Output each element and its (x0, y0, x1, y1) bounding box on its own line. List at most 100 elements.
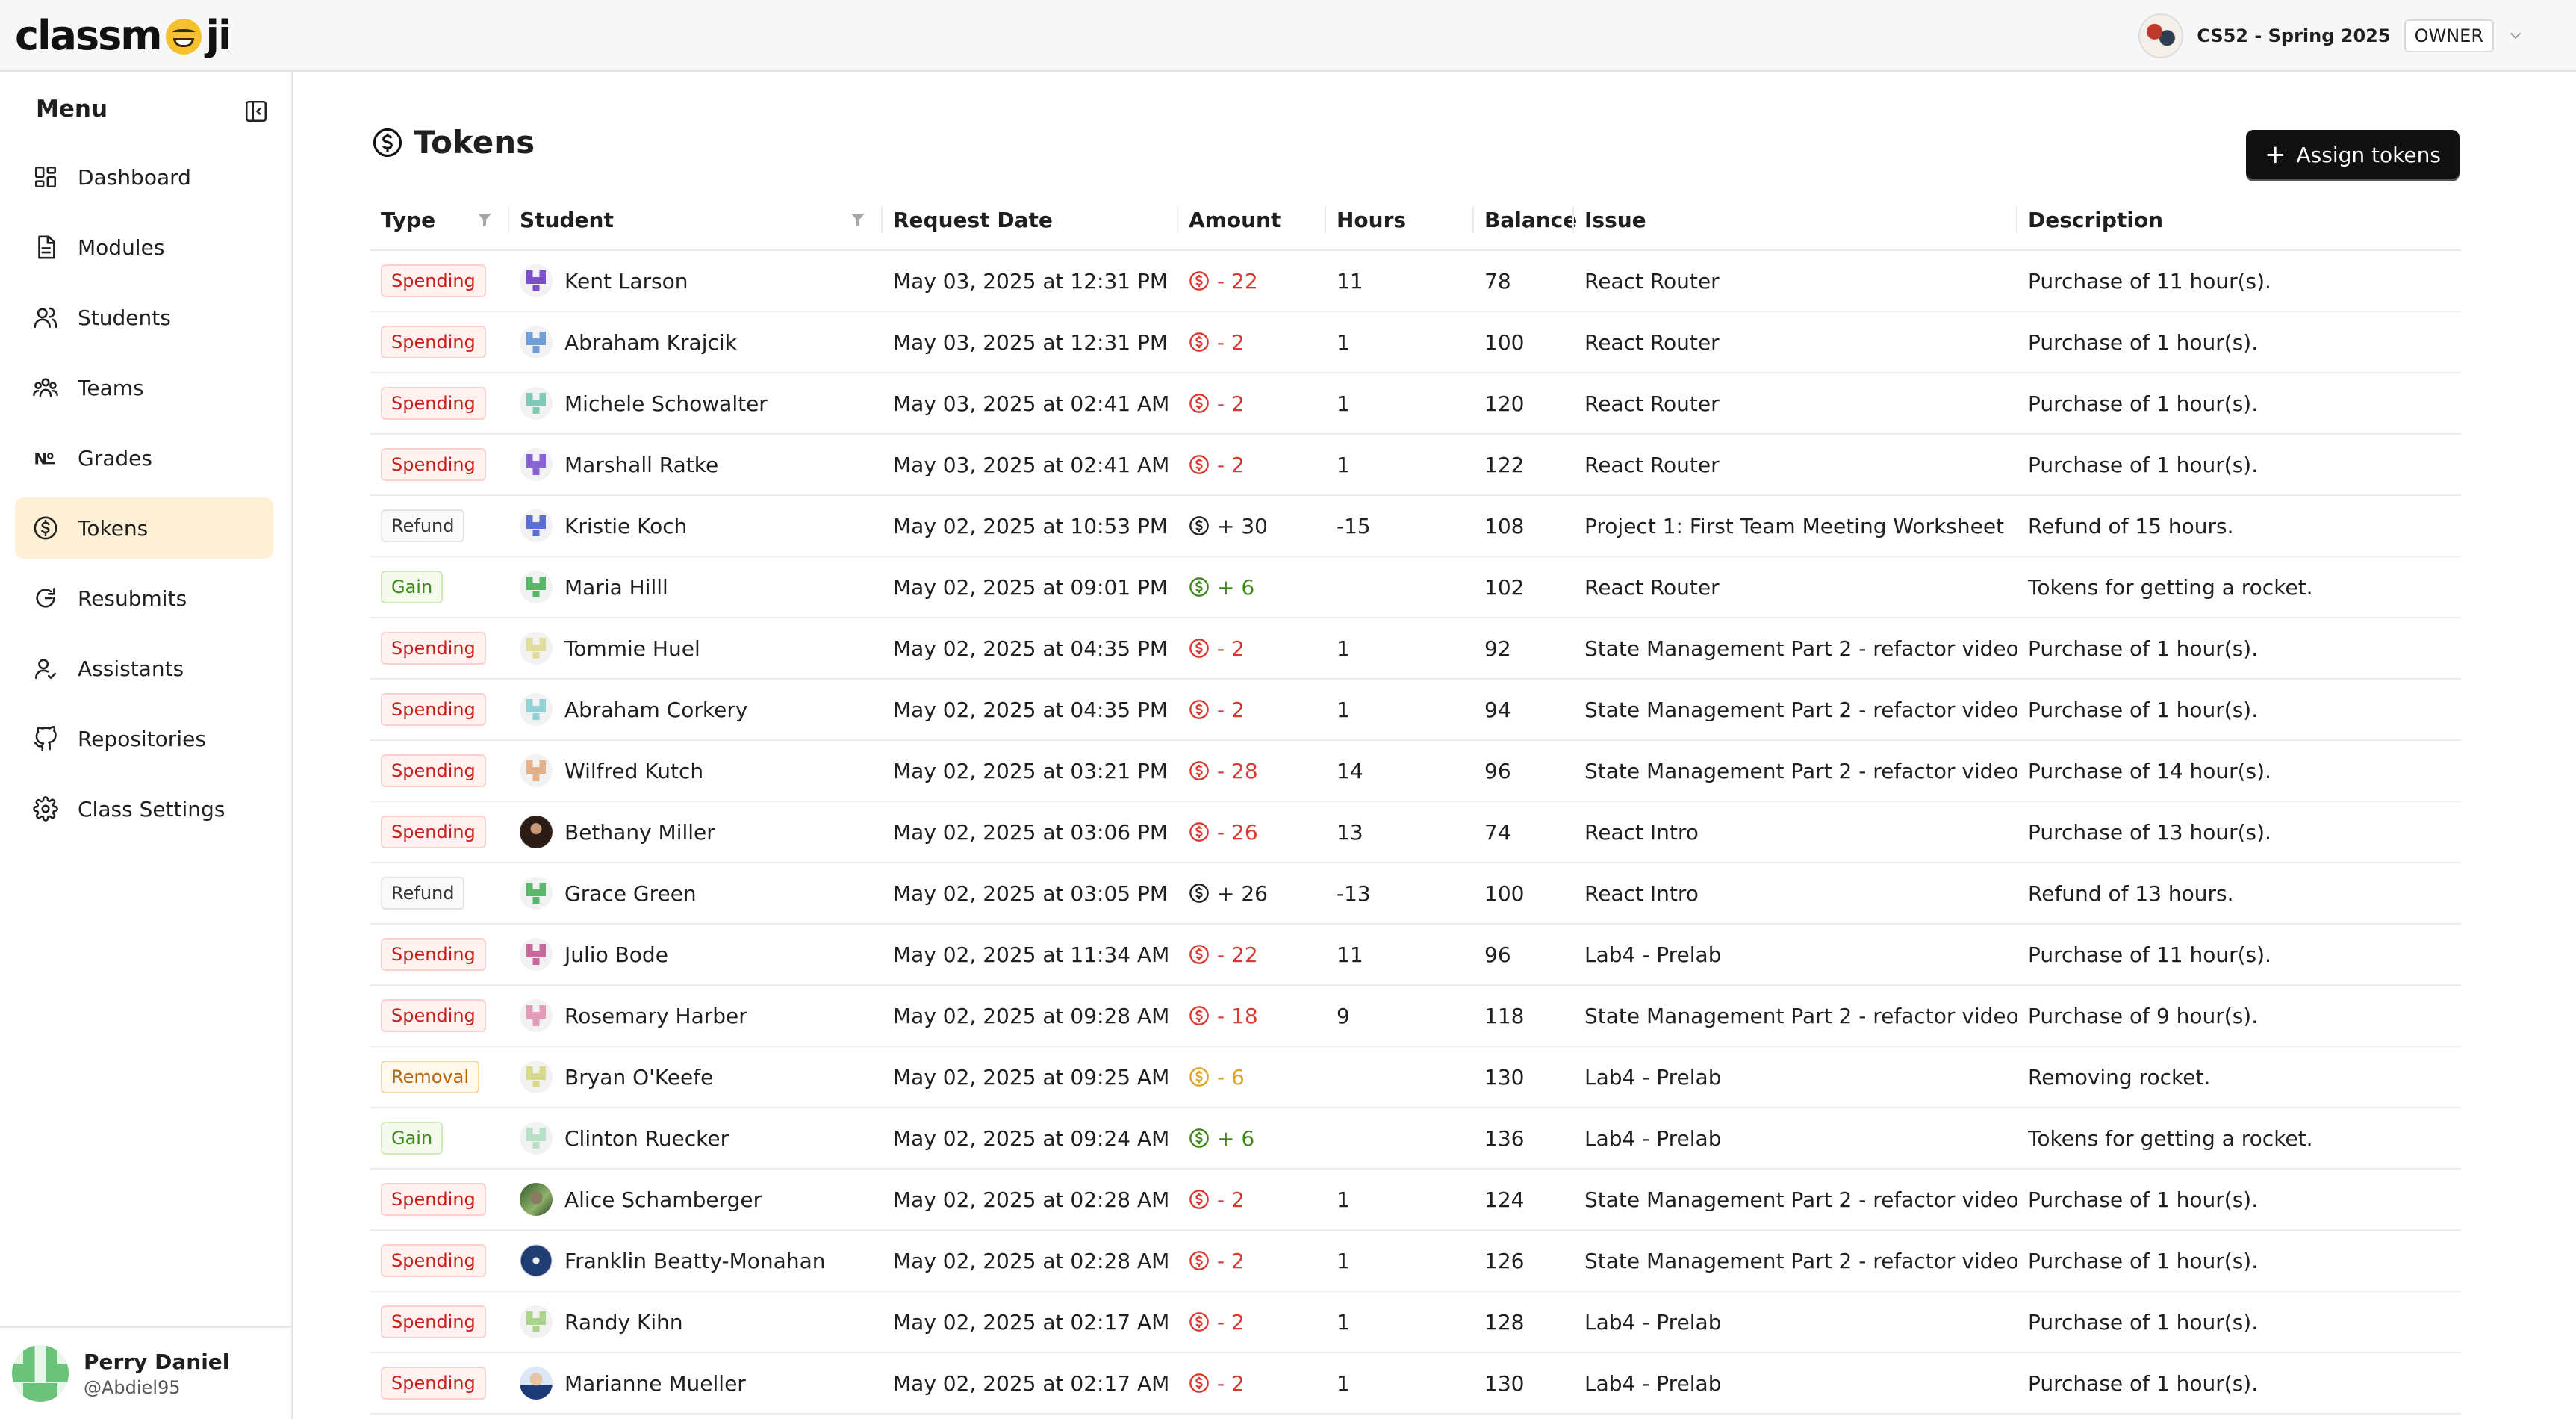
sidebar-item-modules[interactable]: Modules (15, 217, 273, 278)
balance-cell: 136 (1474, 1108, 1574, 1170)
sidebar-item-repositories[interactable]: Repositories (15, 708, 273, 769)
table-row[interactable]: Spending Tommie Huel May 02, 2025 at 04:35… (370, 618, 2461, 680)
amount-cell: - 2 (1178, 373, 1326, 435)
student-cell[interactable]: Grace Green (509, 863, 883, 925)
balance-cell: 102 (1474, 556, 1574, 618)
student-cell[interactable]: Abraham Corkery (509, 679, 883, 741)
amount-value: - 26 (1217, 819, 1258, 845)
balance-cell: 118 (1474, 985, 1574, 1047)
column-header-student[interactable]: Student (509, 190, 883, 251)
student-cell[interactable]: Michele Schowalter (509, 373, 883, 435)
type-badge: Spending (381, 632, 486, 665)
type-badge: Spending (381, 1244, 486, 1277)
column-header-type[interactable]: Type (370, 190, 509, 251)
issue-cell: Lab4 - Prelab (1574, 1353, 2017, 1415)
coin-icon (1189, 699, 1210, 720)
student-cell[interactable]: Bryan O'Keefe (509, 1046, 883, 1108)
sidebar-item-teams[interactable]: Teams (15, 357, 273, 418)
student-cell[interactable]: Wilfred Kutch (509, 740, 883, 802)
table-row[interactable]: Spending Abraham Krajcik May 03, 2025 at 1… (370, 311, 2461, 373)
type-badge: Refund (381, 509, 465, 542)
student-cell[interactable]: Marshall Ratke (509, 434, 883, 496)
chevron-down-icon[interactable] (2507, 28, 2524, 44)
column-header-balance[interactable]: Balance (1474, 190, 1578, 251)
student-name: Kent Larson (564, 268, 688, 294)
sidebar-item-label: Modules (78, 235, 165, 260)
student-name: Tommie Huel (564, 636, 700, 661)
hours-cell: -13 (1326, 863, 1474, 925)
table-row[interactable]: Spending Randy Kihn May 02, 2025 at 02:17 … (370, 1291, 2461, 1353)
student-cell[interactable]: Franklin Beatty-Monahan (509, 1230, 883, 1292)
assign-tokens-button[interactable]: + Assign tokens (2246, 130, 2460, 179)
sidebar-item-assistants[interactable]: Assistants (15, 638, 273, 699)
student-cell[interactable]: Tommie Huel (509, 618, 883, 680)
type-badge: Spending (381, 754, 486, 787)
column-label: Balance (1484, 207, 1578, 232)
type-badge: Spending (381, 816, 486, 848)
coin-icon (1189, 454, 1210, 475)
student-cell[interactable]: Randy Kihn (509, 1291, 883, 1353)
hours-cell: 1 (1326, 311, 1474, 373)
sidebar-item-grades[interactable]: No Grades (15, 427, 273, 488)
coin-icon (1189, 1373, 1210, 1394)
table-row[interactable]: Spending Marianne Mueller May 02, 2025 at … (370, 1353, 2461, 1415)
issue-cell: React Router (1574, 556, 2017, 618)
student-cell[interactable]: Maria Hilll (509, 556, 883, 618)
table-row[interactable]: Gain Maria Hilll May 02, 2025 at 09:01 PM +… (370, 556, 2461, 618)
logo-text-right: ji (205, 11, 232, 59)
collapse-sidebar-icon[interactable] (243, 99, 269, 124)
coin-icon (1189, 515, 1210, 536)
table-row[interactable]: Spending Marshall Ratke May 03, 2025 at 02… (370, 434, 2461, 496)
request-date-cell: May 02, 2025 at 09:25 AM (883, 1046, 1178, 1108)
sidebar-item-dashboard[interactable]: Dashboard (15, 146, 273, 208)
sidebar-item-class-settings[interactable]: Class Settings (15, 778, 273, 839)
sidebar-item-tokens[interactable]: Tokens (15, 497, 273, 559)
student-cell[interactable]: Bethany Miller (509, 801, 883, 863)
balance-cell: 100 (1474, 863, 1574, 925)
table-row[interactable]: Spending Kent Larson May 03, 2025 at 12:31… (370, 250, 2461, 312)
amount-cell: - 22 (1178, 250, 1326, 312)
student-cell[interactable]: Rosemary Harber (509, 985, 883, 1047)
avatar (520, 509, 553, 542)
file-icon (33, 235, 58, 260)
column-header-amount[interactable]: Amount (1178, 190, 1326, 251)
current-user[interactable]: Perry Daniel @Abdiel95 (0, 1326, 291, 1419)
table-row[interactable]: Spending Alice Schamberger May 02, 2025 at… (370, 1169, 2461, 1231)
request-date-cell: May 02, 2025 at 02:28 AM (883, 1169, 1178, 1231)
app-logo[interactable]: classm ji (15, 9, 232, 61)
table-row[interactable]: Spending Rosemary Harber May 02, 2025 at 0… (370, 985, 2461, 1047)
column-label: Student (520, 207, 614, 232)
table-row[interactable]: Spending Abraham Corkery May 02, 2025 at 0… (370, 679, 2461, 741)
table-row[interactable]: Spending Michele Schowalter May 03, 2025 a… (370, 373, 2461, 435)
avatar (520, 938, 553, 971)
student-cell[interactable]: Kristie Koch (509, 495, 883, 557)
sidebar-item-resubmits[interactable]: Resubmits (15, 568, 273, 629)
student-cell[interactable]: Abraham Krajcik (509, 311, 883, 373)
table-row[interactable]: Refund Kristie Koch May 02, 2025 at 10:53 … (370, 495, 2461, 557)
filter-icon[interactable] (475, 211, 494, 229)
student-cell[interactable]: Alice Schamberger (509, 1169, 883, 1231)
column-header-hours[interactable]: Hours (1326, 190, 1474, 251)
filter-icon[interactable] (848, 211, 868, 229)
student-cell[interactable]: Kent Larson (509, 250, 883, 312)
table-row[interactable]: Spending Wilfred Kutch May 02, 2025 at 03:… (370, 740, 2461, 802)
top-bar: classm ji CS52 - Spring 2025 OWNER (0, 0, 2576, 72)
table-row[interactable]: Spending Julio Bode May 02, 2025 at 11:34 … (370, 924, 2461, 986)
table-row[interactable]: Spending Franklin Beatty-Monahan May 02, 2… (370, 1230, 2461, 1292)
column-header-request-date[interactable]: Request Date (883, 190, 1178, 251)
sidebar-item-students[interactable]: Students (15, 287, 273, 348)
table-row[interactable]: Gain Clinton Ruecker May 02, 2025 at 09:24… (370, 1108, 2461, 1170)
student-cell[interactable]: Julio Bode (509, 924, 883, 986)
assign-tokens-label: Assign tokens (2296, 142, 2441, 167)
student-cell[interactable]: Clinton Ruecker (509, 1108, 883, 1170)
column-header-description[interactable]: Description (2017, 190, 2461, 251)
student-cell[interactable]: Marianne Mueller (509, 1353, 883, 1415)
course-switcher[interactable]: CS52 - Spring 2025 OWNER (2138, 13, 2524, 58)
coin-icon (1189, 1005, 1210, 1026)
amount-cell: + 26 (1178, 863, 1326, 925)
table-row[interactable]: Spending Bethany Miller May 02, 2025 at 03… (370, 801, 2461, 863)
table-row[interactable]: Removal Bryan O'Keefe May 02, 2025 at 09:2… (370, 1046, 2461, 1108)
description-cell: Purchase of 14 hour(s). (2017, 740, 2461, 802)
table-row[interactable]: Refund Grace Green May 02, 2025 at 03:05 P… (370, 863, 2461, 925)
column-header-issue[interactable]: Issue (1574, 190, 2017, 251)
